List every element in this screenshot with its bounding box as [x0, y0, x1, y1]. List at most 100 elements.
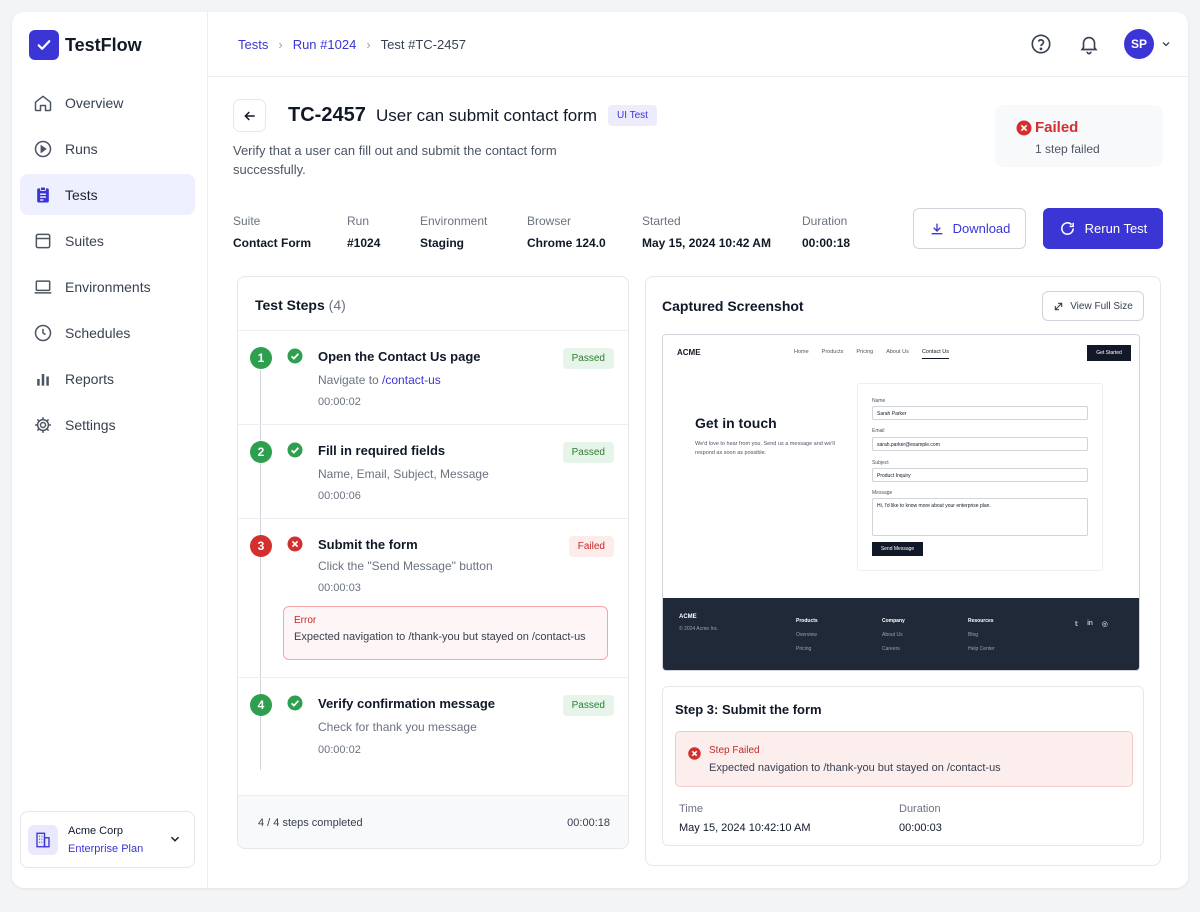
page-title: User can submit contact form	[376, 106, 598, 125]
view-full-size-label: View Full Size	[1070, 300, 1133, 312]
step-error-box: Error Expected navigation to /thank-you …	[283, 606, 608, 660]
mock-nav-item: About Us	[886, 349, 909, 355]
screenshot-image[interactable]: ACME Home Products Pricing About Us Cont…	[662, 334, 1140, 671]
mock-label: Message	[872, 490, 893, 496]
mock-nav-links: Home Products Pricing About Us Contact U…	[794, 349, 950, 359]
sidebar-item-schedules[interactable]: Schedules	[20, 312, 195, 353]
status-sub: 1 step failed	[1035, 142, 1100, 156]
sidebar-item-suites[interactable]: Suites	[20, 220, 195, 261]
detail-time-label: Time	[679, 803, 704, 815]
clock-icon	[34, 324, 52, 341]
sidebar-item-environments[interactable]: Environments	[20, 266, 195, 307]
mock-paragraph: We'd love to hear from you. Send us a me…	[695, 441, 835, 456]
avatar[interactable]: SP	[1124, 29, 1154, 59]
help-icon[interactable]	[1030, 33, 1052, 55]
topbar: Tests › Run #1024 › Test #TC-2457 SP	[208, 12, 1188, 77]
step-row-2[interactable]: 2 Fill in required fields Name, Email, S…	[238, 425, 628, 519]
detail-duration-value: 00:00:03	[899, 822, 942, 834]
logo-check-icon	[29, 30, 59, 60]
org-switcher[interactable]: Acme Corp Enterprise Plan	[20, 811, 195, 868]
mock-nav-item: Home	[794, 349, 809, 355]
status-badge: Failed 1 step failed	[995, 105, 1163, 167]
meta-value: May 15, 2024 10:42 AM	[642, 236, 771, 250]
back-button[interactable]	[233, 99, 266, 132]
view-full-size-button[interactable]: View Full Size	[1042, 291, 1144, 321]
bar-chart-icon	[37, 373, 49, 386]
sidebar-item-tests[interactable]: Tests	[20, 174, 195, 215]
detail-time-value: May 15, 2024 10:42:10 AM	[679, 822, 811, 834]
top-actions: SP	[1030, 29, 1172, 59]
home-icon	[34, 95, 52, 111]
app-window: TestFlow Overview Runs Tests Suites Envi…	[12, 12, 1188, 888]
refresh-icon	[1060, 222, 1074, 235]
arrow-left-icon	[243, 110, 255, 121]
mock-footer-head: Company	[882, 618, 905, 624]
building-icon	[28, 824, 58, 855]
breadcrumb-run[interactable]: Run #1024	[293, 37, 357, 52]
step-link[interactable]: /contact-us	[382, 373, 441, 387]
step-number: 1	[250, 347, 272, 369]
meta-environment: Environment Staging	[420, 214, 487, 250]
steps-title: Test Steps	[255, 297, 325, 313]
chevron-down-icon[interactable]	[1160, 38, 1172, 50]
step-detail-title: Step 3: Submit the form	[675, 702, 822, 717]
meta-suite: Suite Contact Form	[233, 214, 311, 250]
step-number: 2	[250, 441, 272, 463]
meta-value: #1024	[347, 236, 381, 250]
check-circle-icon	[287, 442, 303, 458]
download-button[interactable]: Download	[913, 208, 1026, 249]
step-number: 4	[250, 694, 272, 716]
step-status-badge: Passed	[562, 695, 614, 716]
mock-send-button: Send Message	[872, 542, 923, 556]
mock-input: sarah.parker@example.com	[872, 437, 1088, 451]
mock-nav-item: Products	[821, 349, 844, 355]
mock-social-icons: 𝕥 in ◎	[1075, 620, 1108, 628]
step-status-badge: Passed	[562, 442, 614, 463]
step-row-3[interactable]: 3 Submit the form Click the "Send Messag…	[238, 519, 628, 678]
meta-value: Staging	[420, 236, 464, 250]
step-failed-label: Step Failed	[709, 745, 760, 756]
sidebar: TestFlow Overview Runs Tests Suites Envi…	[12, 12, 208, 888]
mock-label: Email	[872, 428, 885, 434]
meta-label: Duration	[802, 214, 848, 228]
expand-icon	[1054, 302, 1063, 310]
step-time: 00:00:02	[318, 744, 361, 756]
mock-heading: Get in touch	[695, 415, 777, 431]
sidebar-item-reports[interactable]: Reports	[20, 358, 195, 399]
mock-nav-item: Contact Us	[921, 349, 950, 359]
meta-label: Run	[347, 214, 370, 228]
meta-duration: Duration 00:00:18	[802, 214, 850, 250]
mock-footer-item: Careers	[882, 646, 900, 652]
step-row-1[interactable]: 1 Open the Contact Us page Navigate to /…	[238, 331, 628, 425]
sidebar-item-overview[interactable]: Overview	[20, 82, 195, 123]
clipboard-icon	[37, 186, 49, 202]
mock-label: Subject	[872, 460, 889, 466]
laptop-icon	[34, 279, 52, 294]
mock-footer-copy: © 2024 Acme Inc.	[679, 626, 719, 632]
meta-label: Suite	[233, 214, 261, 228]
sidebar-item-label: Settings	[65, 416, 116, 433]
mock-footer-item: About Us	[882, 632, 903, 638]
step-detail-card: Step 3: Submit the form Step Failed Expe…	[662, 686, 1144, 846]
sidebar-item-label: Environments	[65, 278, 151, 295]
steps-footer: 4 / 4 steps completed 00:00:18	[238, 795, 628, 848]
logo[interactable]: TestFlow	[29, 30, 142, 60]
sidebar-item-label: Schedules	[65, 324, 131, 341]
screenshot-title: Captured Screenshot	[662, 298, 804, 314]
steps-count: (4)	[328, 297, 346, 313]
step-row-4[interactable]: 4 Verify confirmation message Check for …	[238, 678, 628, 795]
step-failed-message: Expected navigation to /thank-you but st…	[709, 762, 1001, 774]
step-number: 3	[250, 535, 272, 557]
bell-icon[interactable]	[1078, 33, 1100, 55]
sidebar-item-label: Runs	[65, 140, 98, 157]
meta-label: Environment	[420, 214, 488, 228]
step-time: 00:00:02	[318, 396, 361, 408]
rerun-test-button[interactable]: Rerun Test	[1043, 208, 1163, 249]
steps-heading: Test Steps (4)	[238, 277, 628, 331]
breadcrumb-tests[interactable]: Tests	[238, 37, 268, 52]
sidebar-item-label: Tests	[65, 186, 98, 203]
error-message: Expected navigation to /thank-you but st…	[294, 631, 586, 643]
x-circle-icon	[688, 747, 701, 760]
sidebar-item-runs[interactable]: Runs	[20, 128, 195, 169]
sidebar-item-settings[interactable]: Settings	[20, 404, 195, 445]
